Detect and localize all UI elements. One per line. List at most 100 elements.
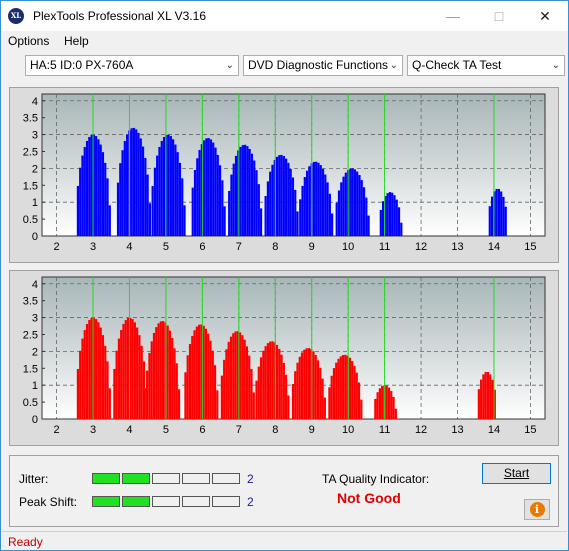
bar <box>491 379 494 419</box>
bar <box>486 371 490 419</box>
bar <box>312 351 315 419</box>
bar <box>301 185 304 236</box>
bar <box>294 371 297 419</box>
results-panel: Jitter: 2 Peak Shift: 2 TA Quality Indic… <box>9 455 559 527</box>
bar <box>153 167 157 236</box>
bar <box>374 398 377 419</box>
bar <box>117 338 121 419</box>
bar <box>138 335 141 419</box>
bar <box>171 337 174 419</box>
bar <box>381 386 384 419</box>
bar <box>229 336 233 419</box>
menu-help[interactable]: Help <box>64 34 89 48</box>
bar <box>300 352 304 419</box>
bar <box>391 192 394 236</box>
title-bar[interactable]: XL PlexTools Professional XL V3.16 — □ ✕ <box>1 1 568 31</box>
bar <box>335 362 338 419</box>
ta-quality-label: TA Quality Indicator: <box>322 472 430 486</box>
bar <box>146 370 149 419</box>
x-tick-label: 13 <box>451 241 463 253</box>
x-tick-label: 15 <box>524 424 536 436</box>
meter-segment <box>212 496 240 507</box>
bar <box>250 153 254 236</box>
bar <box>388 192 392 236</box>
chevron-down-icon: ⌄ <box>225 60 234 71</box>
bar <box>387 387 391 419</box>
bar <box>168 330 172 419</box>
x-tick-label: 8 <box>272 424 278 436</box>
meter-segment <box>92 496 120 507</box>
bar <box>360 399 363 419</box>
bar <box>108 388 111 419</box>
bar <box>264 346 267 419</box>
bar <box>314 354 317 419</box>
bar <box>79 350 82 419</box>
y-tick-label: 2.5 <box>23 329 38 341</box>
info-button[interactable]: i <box>524 499 550 520</box>
bar <box>331 213 334 236</box>
bar <box>241 335 244 419</box>
bar <box>76 368 80 419</box>
bar <box>193 170 197 236</box>
bar <box>177 389 181 419</box>
bar <box>169 136 172 236</box>
bar <box>353 169 357 236</box>
menu-options[interactable]: Options <box>8 34 49 48</box>
bar <box>101 335 105 419</box>
menu-bar: Options Help <box>1 31 568 51</box>
test-select[interactable]: Q-Check TA Test ⌄ <box>407 55 565 76</box>
bar <box>126 317 130 419</box>
minimize-icon[interactable]: — <box>430 1 476 31</box>
function-select[interactable]: DVD Diagnostic Functions ⌄ <box>243 55 403 76</box>
bar <box>90 317 93 419</box>
bar <box>385 385 388 419</box>
bar <box>289 168 292 236</box>
close-icon[interactable]: ✕ <box>522 1 568 31</box>
chevron-down-icon: ⌄ <box>389 60 398 71</box>
bar <box>157 323 160 419</box>
bar <box>232 333 235 419</box>
peak-shift-chart-panel: 0 0.5 1 1.5 2 2.5 3 3.5 4 2 3 4 5 6 7 8 9 10 11 12 13 14 15 <box>9 270 559 446</box>
bar <box>184 372 187 419</box>
bar <box>379 209 382 236</box>
bar <box>172 139 175 236</box>
bar <box>490 196 494 236</box>
drive-select[interactable]: HA:5 ID:0 PX-760A ⌄ <box>25 55 239 76</box>
bar <box>213 365 217 419</box>
bar <box>330 375 333 419</box>
bar <box>193 330 196 419</box>
start-button[interactable]: Start <box>482 463 551 484</box>
bar <box>252 392 255 419</box>
status-text: Ready <box>8 535 43 549</box>
bar <box>393 195 396 236</box>
bar <box>378 388 381 419</box>
bar <box>394 408 397 419</box>
x-tick-label: 3 <box>90 424 96 436</box>
bar <box>135 129 138 236</box>
bar <box>209 139 213 236</box>
bar <box>174 144 177 236</box>
bar <box>294 189 297 236</box>
bar <box>137 132 140 236</box>
bar <box>495 188 498 236</box>
bar <box>223 359 226 419</box>
bar <box>253 160 256 236</box>
bar <box>340 182 343 236</box>
bar <box>122 323 125 419</box>
bar <box>139 138 142 236</box>
bar <box>178 162 182 236</box>
bar <box>337 190 341 236</box>
bar <box>351 168 354 236</box>
y-tick-label: 0.5 <box>23 214 38 226</box>
meter-segment <box>212 473 240 484</box>
bar <box>381 201 385 236</box>
bar <box>303 349 306 419</box>
y-tick-label: 1 <box>32 380 38 392</box>
bar <box>83 146 86 236</box>
bar <box>162 137 166 236</box>
bar <box>282 156 285 236</box>
maximize-icon[interactable]: □ <box>476 1 522 31</box>
bar <box>160 140 163 236</box>
bar <box>243 339 246 419</box>
x-tick-label: 12 <box>415 241 427 253</box>
